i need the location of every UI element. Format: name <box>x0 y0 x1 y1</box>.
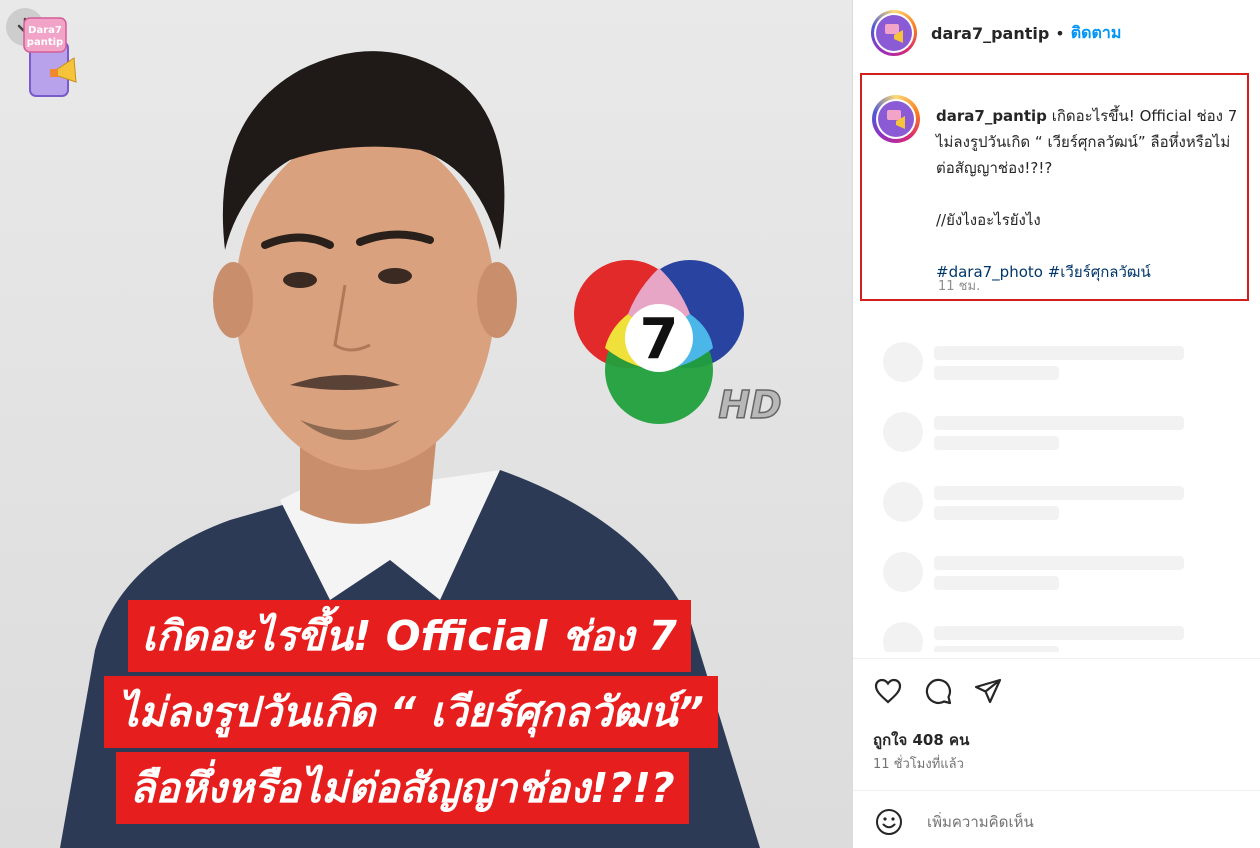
caption-username[interactable]: dara7_pantip <box>936 107 1047 125</box>
brand-logo-line1: Dara7 <box>28 25 62 36</box>
caption-text: dara7_pantip เกิดอะไรขึ้น! Official ช่อง… <box>936 103 1241 285</box>
follow-button[interactable]: ติดตาม <box>1071 21 1122 46</box>
brand-logo-line2: pantip <box>27 37 63 48</box>
divider <box>853 658 1260 659</box>
channel7-logo: 7 HD <box>574 260 782 428</box>
caption-line-2: //ยังไงอะไรยังไง <box>936 211 1041 229</box>
caption-line-1: เกิดอะไรขึ้น! Official ช่อง 7 <box>128 600 691 672</box>
channel-logo-number: 7 <box>640 307 679 372</box>
caption-line-2: ไม่ลงรูปวันเกิด “ เวียร์ศุกลวัฒน์” <box>104 676 718 748</box>
comment-input[interactable] <box>925 812 1229 832</box>
caption-avatar[interactable] <box>872 95 920 143</box>
header-username[interactable]: dara7_pantip <box>931 24 1049 43</box>
megaphone-icon <box>887 110 905 129</box>
smiley-icon[interactable] <box>873 806 905 838</box>
channel-logo-hd: HD <box>718 383 781 427</box>
caption-line-3: ลือหึ่งหรือไม่ต่อสัญญาช่อง!?!? <box>116 752 689 824</box>
post-sidebar: dara7_pantip • ติดตาม dara7_pantip เกิดอ… <box>852 0 1260 848</box>
post-header: dara7_pantip • ติดตาม <box>853 0 1260 66</box>
comment-icon[interactable] <box>923 676 953 706</box>
post-caption-highlight: dara7_pantip เกิดอะไรขึ้น! Official ช่อง… <box>860 73 1249 301</box>
heart-icon[interactable] <box>873 676 903 706</box>
avatar[interactable] <box>871 10 917 56</box>
post-image[interactable]: Dara7 pantip 7 HD เกิดอะไรขึ้น! Official… <box>0 0 852 848</box>
comment-placeholder <box>883 622 1203 652</box>
caption-time: 11 ชม. <box>938 279 981 294</box>
dara7-pantip-logo: Dara7 pantip <box>23 17 77 97</box>
divider <box>853 790 1260 791</box>
comment-composer <box>873 804 1243 840</box>
likes-count[interactable]: ถูกใจ 408 คน <box>873 728 969 752</box>
megaphone-icon <box>885 24 903 43</box>
post-timestamp[interactable]: 11 ชั่วโมงที่แล้ว <box>873 753 964 774</box>
share-icon[interactable] <box>973 676 1003 706</box>
action-bar <box>873 676 1003 706</box>
hashtag-link[interactable]: #เวียร์ศุกลวัฒน์ <box>1048 263 1151 281</box>
header-separator: • <box>1055 23 1065 43</box>
